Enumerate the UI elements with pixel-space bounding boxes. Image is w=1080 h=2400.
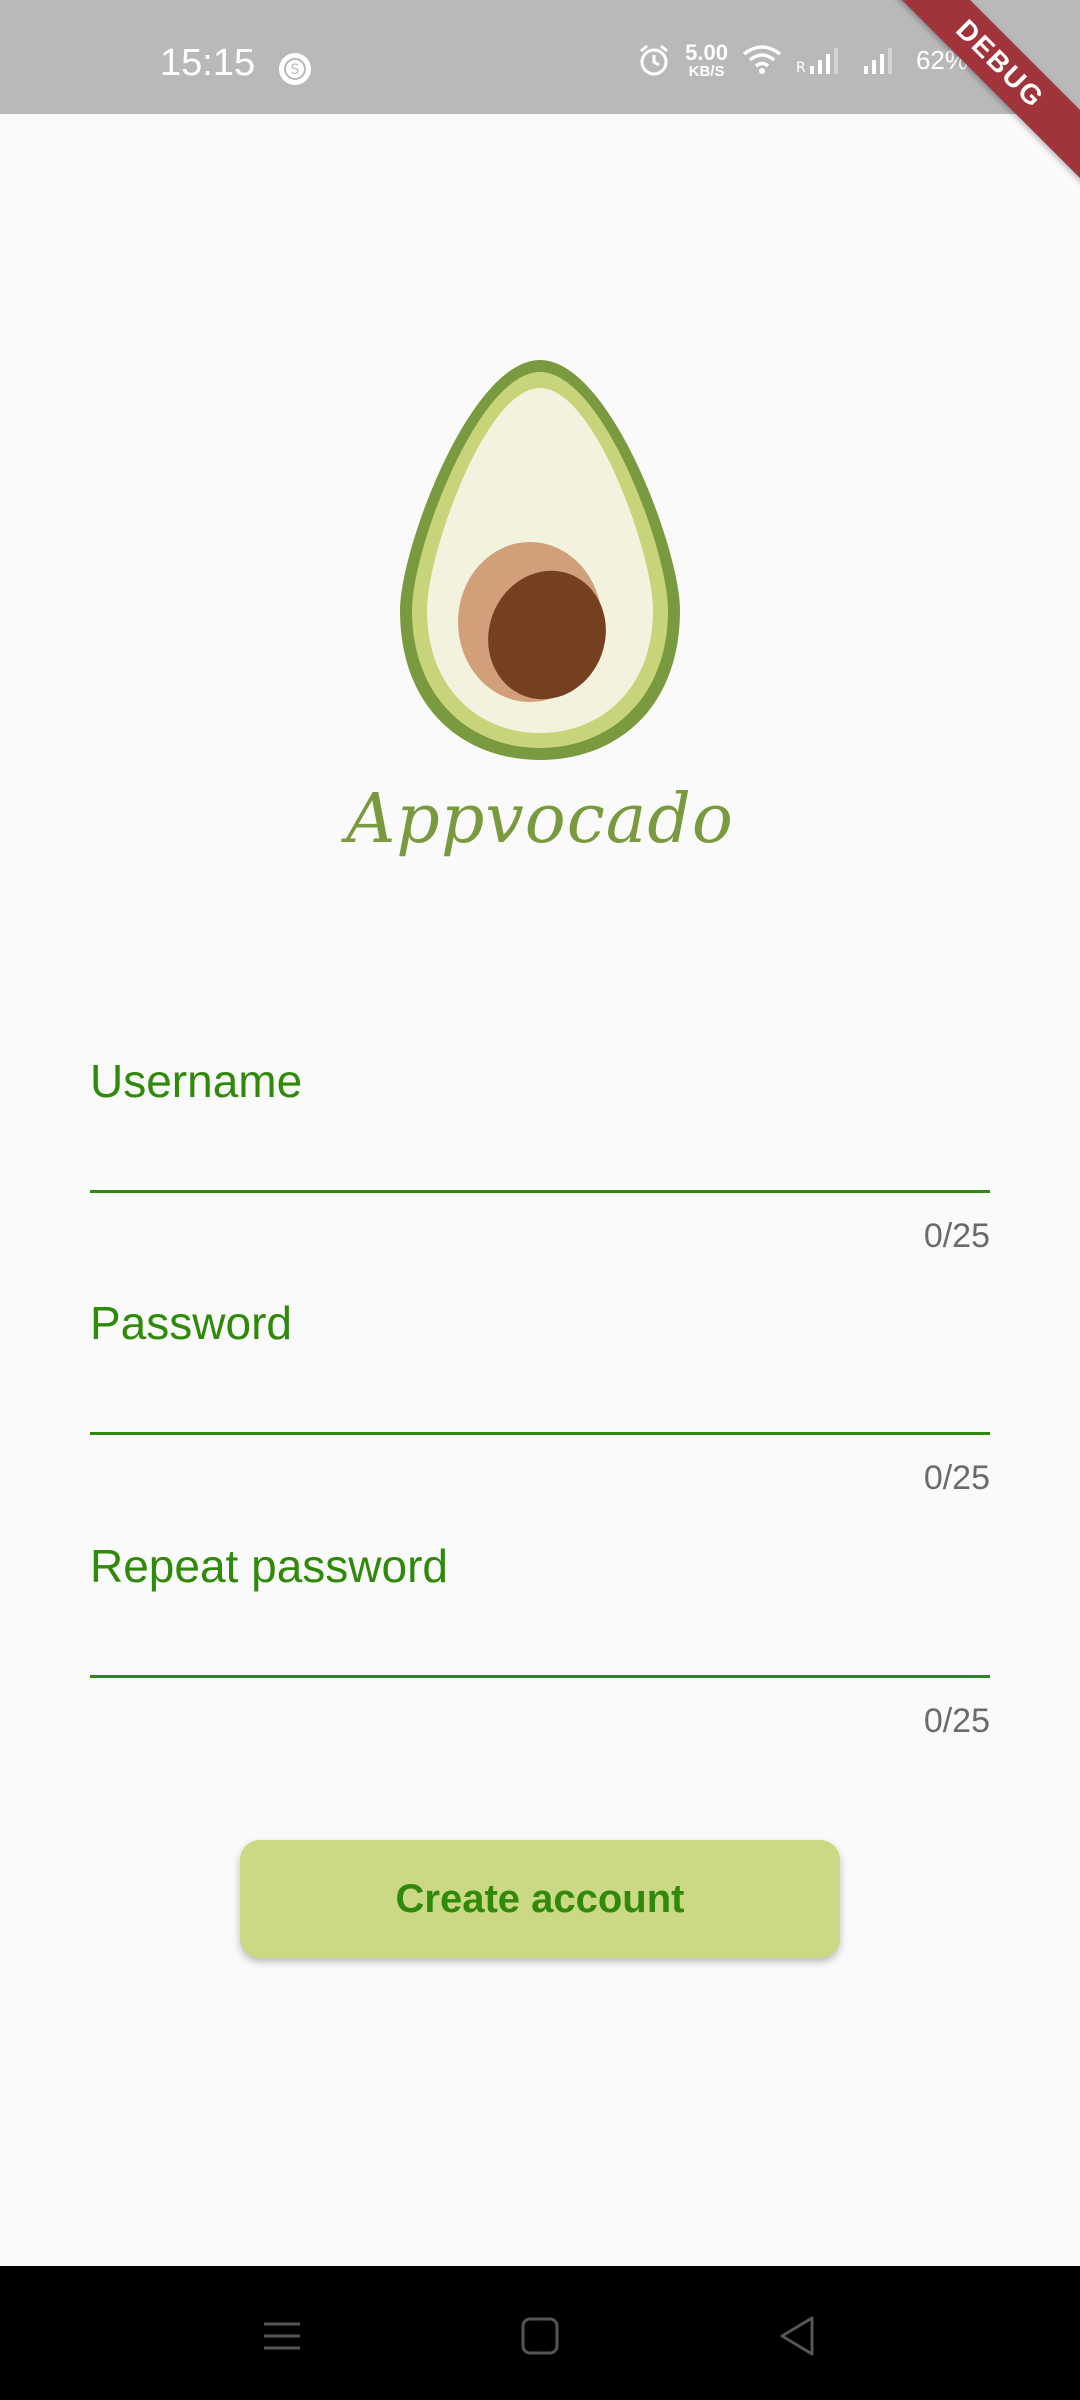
net-speed-unit: KB/S bbox=[688, 62, 725, 80]
signal-r-icon: R bbox=[796, 48, 838, 76]
username-label: Username bbox=[90, 1055, 303, 1107]
repeat-password-input[interactable] bbox=[90, 1619, 990, 1678]
repeat-password-counter: 0/25 bbox=[923, 1702, 990, 1740]
net-speed-value: 5.00 bbox=[685, 39, 728, 65]
username-counter: 0/25 bbox=[923, 1217, 990, 1255]
status-icons: 5.00 KB/S R 62% bbox=[637, 40, 1000, 80]
username-field[interactable]: Username 0/25 bbox=[90, 1058, 990, 1256]
password-label: Password bbox=[90, 1297, 292, 1349]
signup-screen: 15:15 S 5.00 KB/S R 62% DEBUG Appvocado … bbox=[0, 0, 1080, 2400]
svg-text:R: R bbox=[796, 60, 806, 76]
create-account-button[interactable]: Create account bbox=[240, 1840, 840, 1958]
status-bar: 15:15 S 5.00 KB/S R 62% bbox=[0, 0, 1080, 114]
username-input[interactable] bbox=[90, 1134, 990, 1193]
password-input[interactable] bbox=[90, 1376, 990, 1435]
s-circle-icon: S bbox=[279, 53, 311, 85]
net-speed: 5.00 KB/S bbox=[685, 39, 728, 80]
svg-text:S: S bbox=[291, 62, 300, 78]
alarm-icon bbox=[640, 44, 669, 76]
menu-icon[interactable] bbox=[252, 2306, 312, 2366]
repeat-password-label: Repeat password bbox=[90, 1540, 448, 1592]
signal-icon bbox=[863, 48, 892, 74]
password-field[interactable]: Password 0/25 bbox=[90, 1300, 990, 1498]
wifi-icon bbox=[742, 45, 782, 74]
app-name: Appvocado bbox=[346, 780, 734, 859]
repeat-password-field[interactable]: Repeat password 0/25 bbox=[90, 1543, 990, 1741]
password-counter: 0/25 bbox=[923, 1459, 990, 1497]
back-icon[interactable] bbox=[768, 2306, 828, 2366]
system-nav-bar bbox=[0, 2266, 1080, 2400]
status-time: 15:15 bbox=[160, 42, 256, 84]
home-icon[interactable] bbox=[510, 2306, 570, 2366]
avocado-logo bbox=[400, 360, 680, 760]
